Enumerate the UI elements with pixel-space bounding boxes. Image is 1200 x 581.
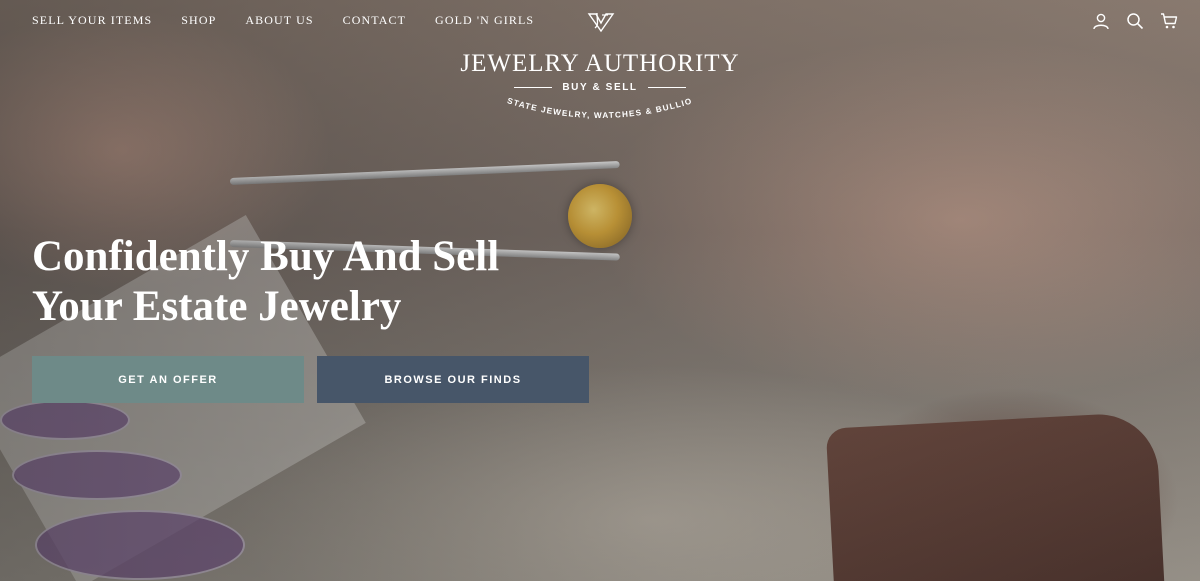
nav-contact[interactable]: CONTACT: [343, 13, 406, 28]
svg-text:ESTATE JEWELRY, WATCHES & BULL: ESTATE JEWELRY, WATCHES & BULLION: [490, 84, 694, 120]
brand-tagline: ESTATE JEWELRY, WATCHES & BULLION: [490, 84, 694, 120]
browse-our-finds-button[interactable]: BROWSE OUR FINDS: [317, 356, 589, 403]
nav-about-us[interactable]: ABOUT US: [245, 13, 313, 28]
account-icon[interactable]: [1092, 12, 1110, 30]
site-header: SELL YOUR ITEMS SHOP ABOUT US CONTACT GO…: [0, 0, 1200, 140]
hero-title-line1: Confidently Buy And Sell: [32, 233, 500, 280]
get-an-offer-button[interactable]: GET AN OFFER: [32, 356, 304, 403]
nav-gold-n-girls[interactable]: GOLD 'N GIRLS: [435, 13, 534, 28]
cart-icon[interactable]: [1160, 12, 1178, 30]
header-actions: [1092, 12, 1178, 30]
brand-title: JEWELRY AUTHORITY: [460, 50, 740, 77]
nav-sell-your-items[interactable]: SELL YOUR ITEMS: [32, 13, 152, 28]
nav-shop[interactable]: SHOP: [181, 13, 216, 28]
search-icon[interactable]: [1126, 12, 1144, 30]
brand-tagline-text: ESTATE JEWELRY, WATCHES & BULLION: [490, 84, 692, 120]
jv-monogram-icon[interactable]: [586, 9, 616, 33]
hero-title: Confidently Buy And Sell Your Estate Jew…: [32, 232, 592, 332]
hero-title-line2: Your Estate Jewelry: [32, 283, 402, 330]
main-nav: SELL YOUR ITEMS SHOP ABOUT US CONTACT GO…: [32, 13, 534, 28]
